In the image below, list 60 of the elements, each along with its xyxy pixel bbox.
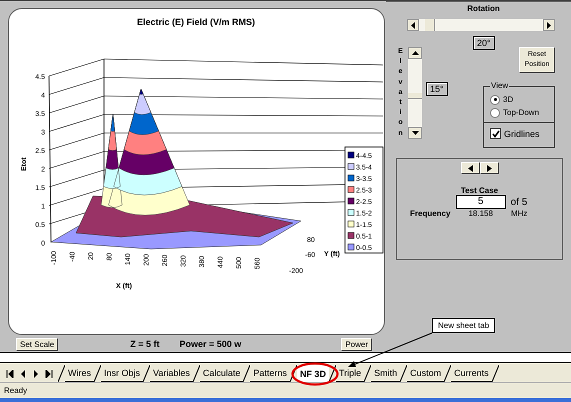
first-sheet-icon[interactable]	[6, 370, 14, 378]
tab-separator	[364, 365, 372, 382]
left-arrow-icon	[468, 164, 472, 172]
radio-option[interactable]: Top-Down	[484, 106, 554, 119]
set-scale-button[interactable]: Set Scale	[16, 338, 58, 350]
gridlines-option[interactable]: Gridlines	[484, 127, 554, 140]
scroll-left-icon[interactable]	[407, 19, 419, 31]
rotation-label: Rotation	[466, 4, 501, 14]
rotation-scrollbar[interactable]	[407, 19, 555, 31]
power-value: Power = 500 w	[180, 339, 242, 349]
right-arrow-icon	[486, 164, 492, 172]
previous-sheet-icon[interactable]	[19, 370, 27, 378]
tab-separator	[328, 365, 336, 382]
frequency-unit: MHz	[510, 209, 528, 218]
scroll-thumb[interactable]	[424, 19, 435, 31]
elevation-scrollbar[interactable]	[408, 47, 422, 139]
z-value: Z = 5 ft	[130, 339, 160, 349]
sheet-tab[interactable]: Variables	[150, 365, 193, 382]
sheet-tab[interactable]: Smith	[371, 365, 400, 382]
next-button[interactable]	[480, 162, 498, 174]
tab-separator	[94, 365, 101, 382]
status-text: Ready	[4, 386, 28, 395]
tab-separator	[143, 365, 150, 382]
sheet-tab[interactable]: Wires	[65, 365, 94, 382]
sheet-tab[interactable]: Patterns	[250, 365, 290, 382]
tab-separator	[444, 365, 452, 382]
tab-separator	[192, 365, 200, 382]
callout-label: New sheet tab	[432, 318, 496, 333]
sheet-tab[interactable]: Calculate	[200, 365, 244, 382]
tab-separator	[400, 365, 408, 382]
checkbox[interactable]	[490, 128, 501, 139]
frequency-value: 18.158	[468, 209, 493, 218]
group-label: View	[490, 81, 510, 90]
power-button[interactable]: Power	[341, 338, 372, 350]
sheet-tab[interactable]: Currents	[451, 365, 492, 382]
scroll-down-icon[interactable]	[408, 127, 422, 139]
tab-separator	[58, 365, 65, 382]
tab-separator	[290, 365, 297, 382]
radio-button[interactable]	[490, 108, 500, 118]
previous-button[interactable]	[460, 162, 480, 174]
next-sheet-icon[interactable]	[32, 370, 40, 378]
sheet-tab[interactable]: Custom	[407, 365, 444, 382]
sheet-tab[interactable]: NF 3D	[296, 365, 329, 382]
test-case-field[interactable]: 5	[456, 195, 506, 209]
last-sheet-icon[interactable]	[45, 370, 53, 378]
test-case-label: Test Case	[460, 186, 498, 195]
scroll-up-icon[interactable]	[408, 47, 422, 59]
tab-separator	[243, 365, 250, 382]
scroll-thumb[interactable]	[408, 93, 422, 100]
highlight-ellipse	[290, 362, 339, 386]
frequency-label: Frequency	[410, 209, 450, 218]
radio-button[interactable]	[490, 94, 500, 104]
tab-separator	[492, 365, 499, 382]
sheet-tab[interactable]: Insr Objs	[101, 365, 144, 382]
elevation-value: 15°	[426, 82, 448, 96]
test-case-total: of 5	[510, 196, 528, 208]
radio-option[interactable]: 3D	[484, 93, 554, 106]
scroll-right-icon[interactable]	[543, 19, 555, 31]
rotation-value: 20°	[473, 36, 495, 50]
chart-title: Electric (E) Field (V/m RMS)	[136, 17, 256, 27]
